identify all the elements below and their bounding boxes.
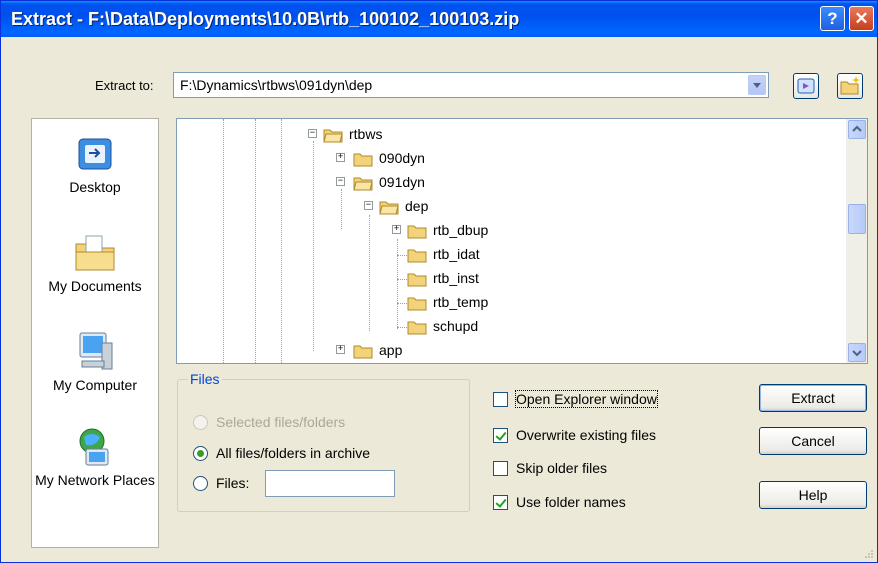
tree-label: dep xyxy=(405,198,429,214)
title-help-button[interactable]: ? xyxy=(820,6,845,31)
tree-branch-line xyxy=(397,279,407,280)
overwrite-checkbox[interactable] xyxy=(493,428,508,443)
title-close-button[interactable]: ✕ xyxy=(849,6,874,31)
place-my-computer[interactable]: My Computer xyxy=(32,329,158,395)
place-label-network: My Network Places xyxy=(35,472,155,488)
extract-to-combo[interactable]: F:\Dynamics\rtbws\091dyn\dep xyxy=(173,72,769,98)
place-my-documents[interactable]: My Documents xyxy=(32,230,158,296)
tree-label: 090dyn xyxy=(379,150,425,166)
title-bar[interactable]: Extract - F:\Data\Deployments\10.0B\rtb_… xyxy=(1,1,877,37)
tree-label: rtb_idat xyxy=(433,246,480,262)
extract-to-label: Extract to: xyxy=(95,78,154,93)
files-label: Files: xyxy=(216,475,250,491)
tree-scrollbar[interactable] xyxy=(846,119,867,363)
show-desktop-button[interactable] xyxy=(793,73,819,99)
folder-open-icon xyxy=(323,129,343,143)
folder-icon xyxy=(407,249,427,263)
tree-branch-line xyxy=(397,303,407,304)
expand-icon[interactable]: + xyxy=(336,345,345,354)
folder-open-icon xyxy=(353,177,373,191)
tree-label: rtb_inst xyxy=(433,270,479,286)
tree-label: schupd xyxy=(433,318,479,334)
folder-icon xyxy=(407,297,427,311)
tree-item-090dyn[interactable]: + 090dyn xyxy=(177,149,837,169)
places-bar: Desktop My Documents My Computer My Netw… xyxy=(31,118,159,548)
tree-label: rtb_temp xyxy=(433,294,489,310)
tree-branch-line xyxy=(397,255,407,256)
resize-grip-icon[interactable] xyxy=(864,549,874,559)
tree-item-schupd[interactable]: schupd xyxy=(177,317,837,337)
use-folder-names-checkbox[interactable] xyxy=(493,495,508,510)
place-label-desktop: Desktop xyxy=(69,179,121,195)
all-files-radio[interactable] xyxy=(193,446,208,461)
selected-files-label: Selected files/folders xyxy=(216,414,346,430)
tree-label: rtb_dbup xyxy=(433,222,489,238)
files-radio[interactable] xyxy=(193,476,208,491)
expand-icon[interactable]: + xyxy=(392,225,401,234)
tree-item-app[interactable]: + app xyxy=(177,341,837,361)
overwrite-label: Overwrite existing files xyxy=(516,427,657,443)
all-files-label: All files/folders in archive xyxy=(216,445,371,461)
tree-label: 091dyn xyxy=(379,174,425,190)
new-folder-button[interactable] xyxy=(837,73,863,99)
skip-older-label: Skip older files xyxy=(516,460,608,476)
my-computer-icon xyxy=(79,332,113,370)
desktop-icon xyxy=(78,138,112,170)
tree-item-rtbws[interactable]: − rtbws xyxy=(177,125,837,145)
tree-item-rtb-temp[interactable]: rtb_temp xyxy=(177,293,837,313)
selected-files-radio[interactable] xyxy=(193,415,208,430)
open-explorer-checkbox[interactable] xyxy=(493,392,508,407)
place-label-my-computer: My Computer xyxy=(52,377,138,393)
collapse-icon[interactable]: − xyxy=(364,201,373,210)
collapse-icon[interactable]: − xyxy=(308,129,317,138)
use-folder-names-label: Use folder names xyxy=(516,494,626,510)
open-explorer-label: Open Explorer window xyxy=(515,390,658,408)
extract-button[interactable]: Extract xyxy=(759,384,867,412)
skip-older-checkbox[interactable] xyxy=(493,461,508,476)
chevron-down-icon[interactable] xyxy=(748,75,766,95)
folder-open-icon xyxy=(379,201,399,215)
expand-icon[interactable]: + xyxy=(336,153,345,162)
tree-item-rtb-idat[interactable]: rtb_idat xyxy=(177,245,837,265)
folder-tree[interactable]: − rtbws + 090dyn − 091dyn − dep + rtb_db… xyxy=(176,118,868,364)
tree-item-091dyn[interactable]: − 091dyn xyxy=(177,173,837,193)
place-network[interactable]: My Network Places xyxy=(32,425,158,490)
tree-item-rtb-dbup[interactable]: + rtb_dbup xyxy=(177,221,837,241)
tree-item-rtb-inst[interactable]: rtb_inst xyxy=(177,269,837,289)
files-group-legend: Files xyxy=(188,371,222,387)
folder-icon xyxy=(407,273,427,287)
tree-label: app xyxy=(379,342,403,358)
folder-icon xyxy=(407,225,427,239)
scroll-up-button[interactable] xyxy=(848,120,866,139)
new-folder-icon xyxy=(840,76,860,95)
tree-label: rtbws xyxy=(349,126,383,142)
my-documents-icon xyxy=(75,235,115,271)
files-input[interactable] xyxy=(265,470,395,497)
extract-to-value: F:\Dynamics\rtbws\091dyn\dep xyxy=(180,77,373,93)
folder-icon xyxy=(353,153,373,167)
place-desktop[interactable]: Desktop xyxy=(32,133,158,197)
folder-icon xyxy=(353,345,373,359)
tree-branch-line xyxy=(397,327,407,328)
tree-item-dep[interactable]: − dep xyxy=(177,197,837,217)
collapse-icon[interactable]: − xyxy=(336,177,345,186)
folder-icon xyxy=(407,321,427,335)
extract-dialog: Extract - F:\Data\Deployments\10.0B\rtb_… xyxy=(0,0,878,563)
network-places-icon xyxy=(79,428,109,466)
chevron-down-icon xyxy=(852,350,862,357)
scroll-down-button[interactable] xyxy=(848,343,866,362)
window-title: Extract - F:\Data\Deployments\10.0B\rtb_… xyxy=(11,9,520,29)
scroll-thumb[interactable] xyxy=(848,204,866,234)
cancel-button[interactable]: Cancel xyxy=(759,427,867,455)
place-label-my-documents: My Documents xyxy=(48,278,142,294)
folder-arrow-icon xyxy=(797,78,815,94)
help-button[interactable]: Help xyxy=(759,481,867,509)
chevron-up-icon xyxy=(852,125,862,132)
